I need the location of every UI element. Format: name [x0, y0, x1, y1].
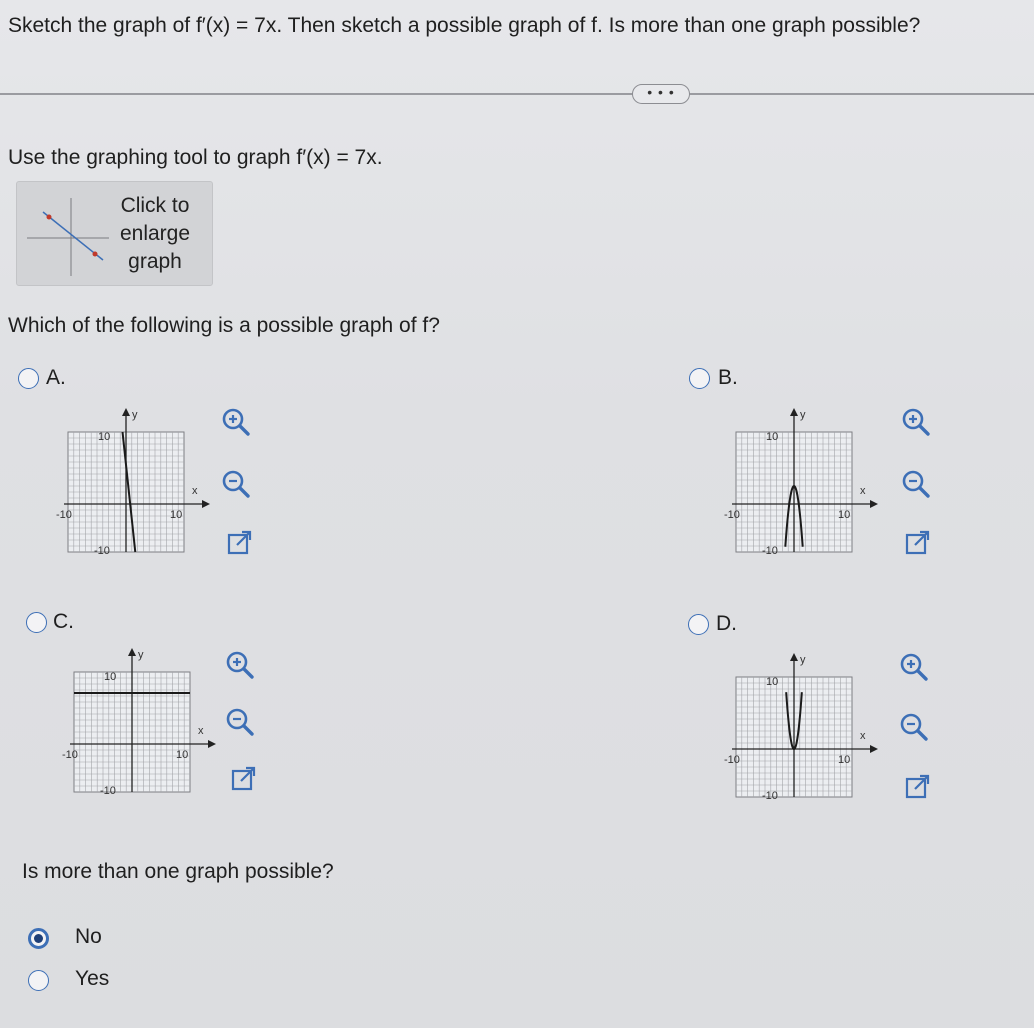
multiple-prompt: Is more than one graph possible?	[22, 860, 334, 883]
option-d-label: D.	[716, 612, 737, 635]
zoom-in-icon[interactable]	[223, 648, 257, 682]
y-axis-label: y	[800, 409, 806, 421]
x-min-label: -10	[724, 754, 740, 766]
zoom-out-icon[interactable]	[223, 705, 257, 739]
answer-no-label[interactable]: No	[75, 925, 102, 949]
x-min-label: -10	[56, 509, 72, 521]
enlarge-graph-button[interactable]: Click to enlarge graph	[16, 181, 213, 286]
option-a-radio[interactable]	[18, 368, 39, 389]
y-axis-arrow	[122, 408, 130, 416]
tool-instruction: Use the graphing tool to graph f′(x) = 7…	[8, 146, 383, 169]
divider	[0, 93, 1034, 95]
thumbnail-graph-icon	[27, 198, 109, 276]
answer-yes-label[interactable]: Yes	[75, 967, 109, 991]
open-external-icon[interactable]	[901, 771, 935, 805]
x-min-label: -10	[724, 509, 740, 521]
enlarge-label: Click to enlarge graph	[119, 194, 191, 273]
x-axis-arrow	[202, 500, 210, 508]
y-max-label: 10	[766, 431, 778, 443]
y-max-label: 10	[104, 671, 116, 683]
y-min-label: -10	[762, 790, 778, 802]
option-b-label: B.	[718, 366, 738, 389]
option-c-radio[interactable]	[26, 612, 47, 633]
y-min-label: -10	[100, 785, 116, 797]
open-external-icon[interactable]	[223, 527, 257, 561]
y-min-label: -10	[94, 545, 110, 557]
x-max-label: 10	[838, 754, 850, 766]
option-c-graph[interactable]: y x 10 -10 -10 10	[50, 640, 230, 810]
zoom-out-icon[interactable]	[899, 467, 933, 501]
question-text: Sketch the graph of f′(x) = 7x. Then ske…	[8, 14, 921, 37]
x-axis-arrow	[870, 745, 878, 753]
x-max-label: 10	[176, 749, 188, 761]
x-axis-label: x	[198, 725, 204, 737]
y-axis-label: y	[800, 654, 806, 666]
zoom-in-icon[interactable]	[897, 650, 931, 684]
y-max-label: 10	[98, 431, 110, 443]
zoom-out-icon[interactable]	[219, 467, 253, 501]
more-button[interactable]: • • •	[632, 84, 690, 104]
x-axis-label: x	[860, 730, 866, 742]
x-axis-label: x	[192, 485, 198, 497]
zoom-in-icon[interactable]	[899, 405, 933, 439]
open-external-icon[interactable]	[227, 763, 261, 797]
y-axis-label: y	[132, 409, 138, 421]
option-c-label: C.	[53, 610, 74, 633]
open-external-icon[interactable]	[901, 527, 935, 561]
y-axis-arrow	[790, 408, 798, 416]
zoom-out-icon[interactable]	[897, 710, 931, 744]
y-min-label: -10	[762, 545, 778, 557]
x-min-label: -10	[62, 749, 78, 761]
y-axis-arrow	[790, 653, 798, 661]
option-d-radio[interactable]	[688, 614, 709, 635]
answer-no-radio[interactable]	[28, 928, 49, 949]
answer-yes-radio[interactable]	[28, 970, 49, 991]
x-axis-arrow	[208, 740, 216, 748]
y-max-label: 10	[766, 676, 778, 688]
x-max-label: 10	[838, 509, 850, 521]
y-axis-label: y	[138, 649, 144, 661]
option-a-graph[interactable]: y x 10 -10 -10 10	[44, 400, 224, 570]
x-axis-arrow	[870, 500, 878, 508]
which-prompt: Which of the following is a possible gra…	[8, 314, 440, 337]
option-d-graph[interactable]: y x 10 -10 -10 10	[712, 645, 892, 815]
x-max-label: 10	[170, 509, 182, 521]
x-axis-label: x	[860, 485, 866, 497]
option-b-radio[interactable]	[689, 368, 710, 389]
option-a-label: A.	[46, 366, 66, 389]
y-axis-arrow	[128, 648, 136, 656]
zoom-in-icon[interactable]	[219, 405, 253, 439]
option-b-graph[interactable]: y x 10 -10 -10 10	[712, 400, 892, 570]
